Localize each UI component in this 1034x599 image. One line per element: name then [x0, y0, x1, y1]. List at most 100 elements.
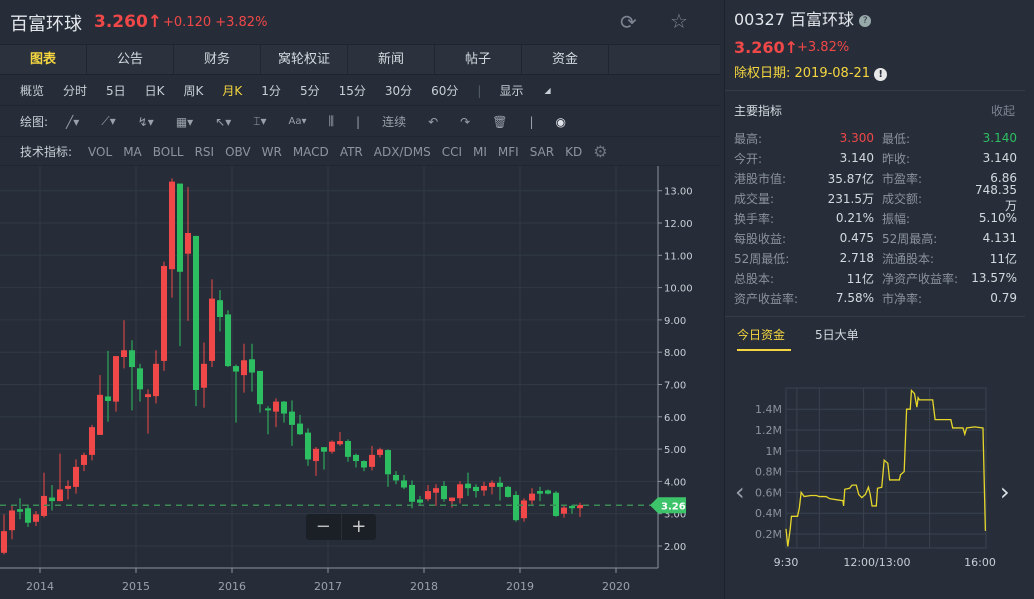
stat-value: 0.79	[990, 291, 1017, 305]
indicator-boll[interactable]: BOLL	[153, 145, 184, 159]
redo-icon[interactable]: ↷	[460, 115, 470, 129]
candle	[73, 459, 79, 494]
display-dropdown[interactable]: 显示	[499, 82, 523, 99]
period-7[interactable]: 5分	[300, 82, 320, 99]
text-tool-icon[interactable]: Aa▾	[289, 116, 307, 127]
help-icon[interactable]: ?	[859, 14, 872, 27]
candle	[129, 340, 135, 411]
candle	[497, 476, 503, 501]
stat-value: 2.718	[839, 251, 874, 265]
zoom-out-button[interactable]: −	[306, 514, 342, 540]
undo-icon[interactable]: ↶	[428, 115, 438, 129]
tab-1[interactable]: 公告	[87, 45, 174, 74]
eye-icon[interactable]: ◉	[556, 115, 566, 129]
stat-value: 748.35万	[975, 182, 1017, 213]
period-9[interactable]: 30分	[385, 82, 412, 99]
candle	[145, 389, 151, 434]
draw-label: 绘图:	[20, 115, 49, 129]
candle-body	[337, 441, 343, 445]
tab-4[interactable]: 新闻	[348, 45, 435, 74]
candle-body	[433, 488, 439, 493]
line-tool-icon[interactable]: ╱▾	[66, 115, 79, 129]
refresh-icon[interactable]: ⟳	[620, 10, 637, 34]
period-0[interactable]: 概览	[20, 82, 44, 99]
tab-6[interactable]: 资金	[522, 45, 609, 74]
stats-table: 最高: 3.300 最低: 3.140 今开: 3.140 昨收: 3.140 港股市值: 35.…	[734, 128, 1017, 308]
tab-3[interactable]: 窝轮权证	[261, 45, 348, 74]
indicator-vol[interactable]: VOL	[88, 145, 112, 159]
period-5[interactable]: 月K	[222, 82, 242, 99]
candle	[137, 363, 143, 402]
tab-5[interactable]: 帖子	[435, 45, 522, 74]
candle	[1, 514, 7, 555]
candle-body	[289, 411, 295, 425]
x-tick-label: 2020	[602, 580, 630, 593]
indicator-obv[interactable]: OBV	[225, 145, 251, 159]
period-6[interactable]: 1分	[261, 82, 281, 99]
stat-value: 0.21%	[835, 211, 874, 225]
drawing-toolbar: 绘图: ╱▾ ⟋▾ ↯▾ ▦▾ ↖▾ ⌶▾ Aa▾ ⫼ | 连续 ↶ ↷ 🗑 |…	[0, 107, 720, 137]
candle-body	[49, 497, 55, 502]
period-3[interactable]: 日K	[145, 82, 165, 99]
candle	[57, 453, 63, 502]
x-tick-label: 16:00	[964, 556, 996, 569]
stat-label: 最高:	[734, 131, 763, 146]
stat-row: 资产收益率: 7.58% 市净率: 0.79	[734, 288, 1017, 308]
indicator-kd[interactable]: KD	[565, 145, 582, 159]
indicator-atr[interactable]: ATR	[340, 145, 363, 159]
zoom-in-button[interactable]: +	[342, 514, 377, 540]
collapse-button[interactable]: 收起	[991, 102, 1015, 119]
indicator-cci[interactable]: CCI	[442, 145, 462, 159]
candle-tool-icon[interactable]: ⫼	[329, 114, 335, 129]
stat-label: 今开:	[734, 151, 763, 166]
y-tick-label: 9.00	[664, 316, 686, 327]
period-10[interactable]: 60分	[431, 82, 458, 99]
indicator-mfi[interactable]: MFI	[498, 145, 519, 159]
next-arrow-icon[interactable]: ›	[1000, 478, 1010, 506]
candle-body	[465, 483, 471, 489]
divider	[725, 90, 1025, 91]
candle	[161, 261, 167, 371]
tab-2[interactable]: 财务	[174, 45, 261, 74]
stat-label: 52周最低:	[734, 251, 790, 266]
stat-value: 3.140	[982, 131, 1017, 145]
y-tick-label: 6.00	[664, 413, 686, 424]
indicator-adx-dms[interactable]: ADX/DMS	[374, 145, 431, 159]
indicator-mi[interactable]: MI	[473, 145, 487, 159]
indicator-wr[interactable]: WR	[262, 145, 282, 159]
indicator-ma[interactable]: MA	[123, 145, 142, 159]
candle-body	[497, 482, 503, 487]
arrow-tool-icon[interactable]: ↖▾	[215, 115, 231, 129]
wave-tool-icon[interactable]: ↯▾	[138, 115, 154, 129]
period-4[interactable]: 周K	[184, 82, 204, 99]
candle	[217, 290, 223, 332]
fib-tool-icon[interactable]: ▦▾	[176, 115, 193, 129]
star-icon[interactable]: ☆	[670, 9, 688, 33]
candle	[481, 481, 487, 496]
indicator-sar[interactable]: SAR	[530, 145, 554, 159]
info-icon[interactable]: !	[874, 68, 888, 81]
settings-gear-icon[interactable]: ⚙	[593, 142, 607, 161]
tab-5day-orders[interactable]: 5日大单	[815, 326, 859, 343]
trash-icon[interactable]: 🗑	[492, 115, 507, 129]
tab-0[interactable]: 图表	[0, 45, 87, 74]
candle	[449, 497, 455, 508]
period-1[interactable]: 分时	[63, 82, 87, 99]
candle-body	[409, 484, 415, 502]
candle-body	[145, 394, 151, 398]
prev-arrow-icon[interactable]: ‹	[735, 478, 745, 506]
stat-value: 3.140	[839, 151, 874, 165]
candle-body	[297, 423, 303, 435]
candle	[457, 481, 463, 504]
continuous-button[interactable]: 连续	[382, 113, 406, 130]
period-2[interactable]: 5日	[106, 82, 126, 99]
tab-today-funds[interactable]: 今日资金	[737, 326, 785, 343]
polyline-tool-icon[interactable]: ⟋▾	[101, 114, 115, 129]
period-8[interactable]: 15分	[339, 82, 366, 99]
indicator-macd[interactable]: MACD	[293, 145, 329, 159]
indicator-rsi[interactable]: RSI	[195, 145, 215, 159]
measure-tool-icon[interactable]: ⌶▾	[253, 114, 266, 129]
price-value: 3.260	[734, 38, 785, 57]
ex-rights-date: 除权日期: 2019-08-21 !	[734, 62, 888, 81]
candle	[233, 364, 239, 423]
